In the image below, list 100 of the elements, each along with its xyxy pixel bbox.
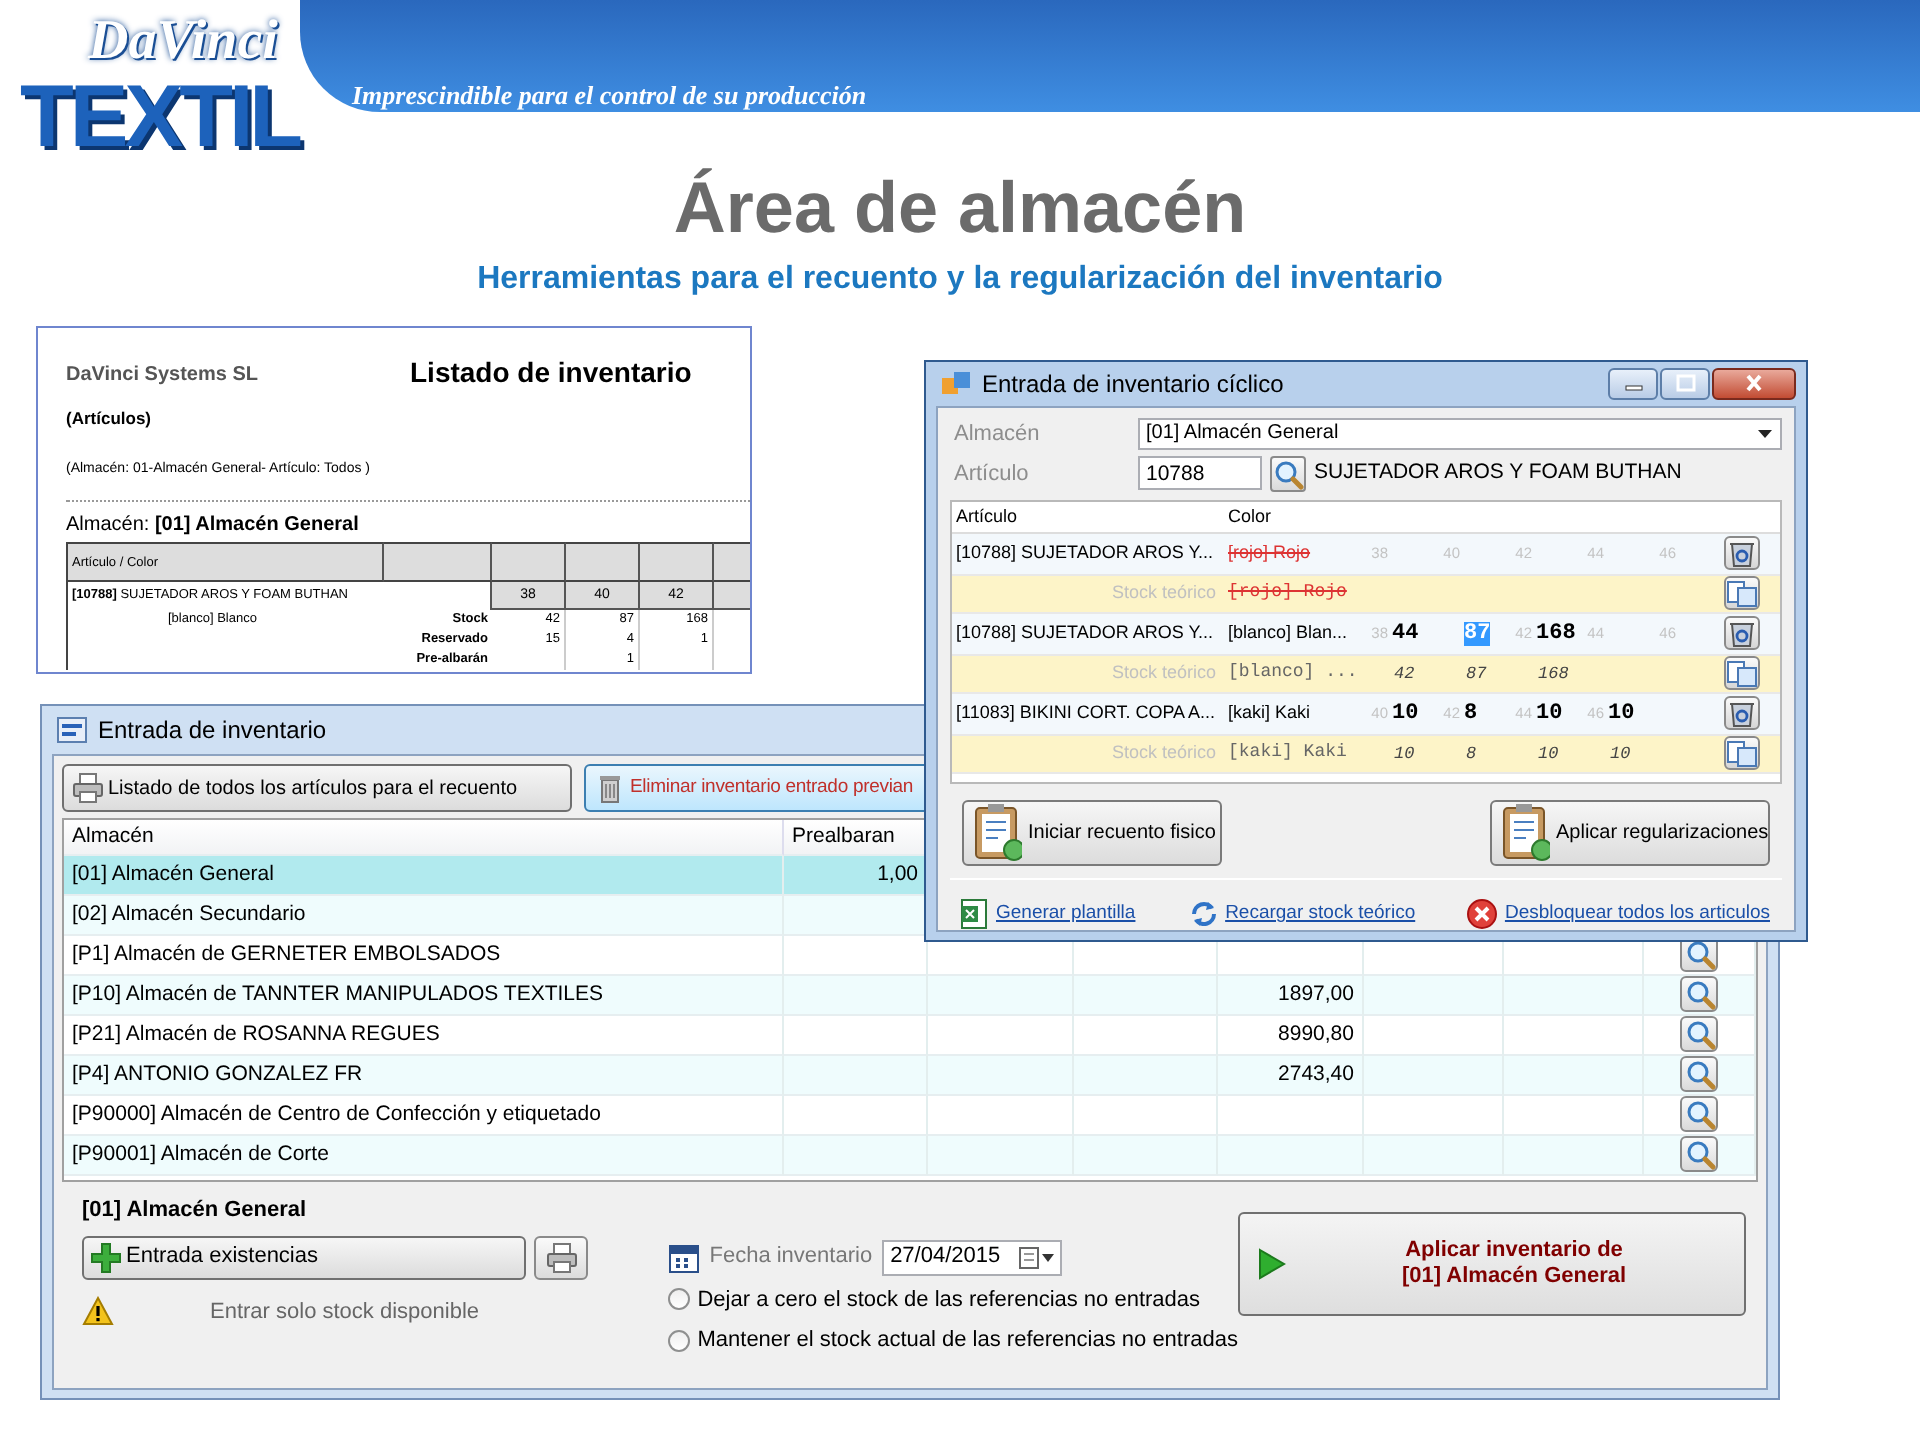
maximize-button[interactable] — [1660, 368, 1710, 400]
list-button[interactable]: Listado de todos los artículos para el recuento — [62, 764, 572, 812]
caret-icon — [1756, 425, 1774, 442]
close-icon — [1744, 374, 1764, 394]
quantity-cell[interactable]: 10 — [1392, 701, 1419, 726]
article-name: [11083] BIKINI CORT. COPA A... — [954, 700, 1218, 727]
date-field[interactable]: 27/04/2015 — [882, 1239, 1063, 1275]
table-row[interactable]: [P90001] Almacén de Corte — [64, 1136, 1756, 1176]
copy-icon — [1726, 657, 1758, 690]
apply-button[interactable]: Aplicar regularizaciones — [1490, 799, 1770, 866]
column-header: Color — [1228, 503, 1274, 530]
quantity-cell[interactable]: 10 — [1536, 701, 1563, 726]
table-row[interactable]: [P10] Almacén de TANNTER MANIPULADOS TEXTILES 1897,00 — [64, 976, 1756, 1016]
header-cell — [640, 542, 714, 583]
option-label: Mantener el stock actual de las referencias no entradas — [697, 1326, 1238, 1356]
clipboard-icon — [970, 802, 1022, 863]
stock-value: 87 — [1464, 663, 1489, 684]
company-name: DaVinci Systems SL — [66, 362, 260, 390]
bin-button[interactable] — [1724, 536, 1760, 571]
window-title: Entrada de inventario cíclico — [982, 368, 1284, 402]
bin-button[interactable] — [1724, 696, 1760, 731]
quantity-cell[interactable]: 44 — [1392, 621, 1419, 646]
article-name: [10788] SUJETADOR AROS Y... — [954, 540, 1216, 567]
warehouse-dropdown[interactable]: [01] Almacén General — [1138, 417, 1782, 450]
clipboard-icon — [1498, 802, 1550, 863]
link[interactable]: Recargar stock teórico — [1225, 899, 1416, 929]
search-icon — [1683, 1018, 1715, 1050]
copy-icon — [1726, 737, 1758, 770]
copy-icon — [1726, 577, 1758, 610]
calendar-icon — [667, 1241, 700, 1273]
link[interactable]: Generar plantilla — [996, 899, 1136, 929]
report-title: Listado de inventario — [410, 354, 692, 392]
error-icon — [1466, 897, 1499, 930]
table-row[interactable]: [P1] Almacén de GERNETER EMBOLSADOS — [64, 936, 1756, 976]
window-title: Entrada de inventario — [98, 714, 327, 748]
search-icon — [1272, 457, 1304, 490]
minimize-button[interactable] — [1608, 368, 1658, 400]
plus-icon — [90, 1241, 122, 1273]
tagline: Imprescindible para el control de su producción — [352, 78, 867, 114]
table-row[interactable]: [P90000] Almacén de Centro de Confección y etiquetado — [64, 1096, 1756, 1136]
app-icon — [56, 714, 88, 746]
search-button[interactable] — [1680, 1056, 1718, 1092]
copy-button[interactable] — [1724, 736, 1760, 771]
count-button[interactable]: Iniciar recuento fisico — [962, 799, 1222, 866]
quantity-cell[interactable]: 8 — [1464, 701, 1478, 726]
search-icon — [1683, 1138, 1715, 1170]
color-name: [kaki] Kaki — [1228, 700, 1313, 727]
field-label: Artículo — [952, 459, 1031, 490]
quantity-cell[interactable]: 168 — [1536, 621, 1576, 646]
calendar-dropdown-icon — [1018, 1245, 1055, 1269]
bin-button[interactable] — [1724, 616, 1760, 651]
logo-text: TEXTIL — [20, 72, 300, 164]
logo-text: DaVinci — [88, 12, 278, 72]
article-name: [10788] SUJETADOR AROS Y... — [954, 620, 1216, 647]
color-name: [rojo] Rojo — [1228, 580, 1349, 607]
row-label: Stock teórico — [1109, 660, 1218, 687]
color-name: [blanco] Blan... — [1228, 620, 1350, 647]
page-subtitle: Herramientas para el recuento y la regularización del inventario — [475, 260, 1445, 300]
copy-button[interactable] — [1724, 656, 1760, 691]
search-button[interactable] — [1680, 976, 1718, 1012]
table-row[interactable]: [P4] ANTONIO GONZALEZ FR 2743,40 — [64, 1056, 1756, 1096]
search-icon — [1683, 1098, 1715, 1130]
field-label: Almacén — [952, 419, 1042, 450]
warning-icon — [82, 1295, 114, 1328]
search-button[interactable] — [1680, 1016, 1718, 1052]
search-button[interactable] — [1680, 1136, 1718, 1172]
stock-value: 10 — [1392, 743, 1417, 764]
apply-button[interactable]: Aplicar inventario de [01] Almacén General — [1238, 1211, 1746, 1315]
search-icon — [1683, 938, 1715, 970]
warehouse-heading: Almacén: [01] Almacén General — [66, 512, 361, 541]
maximize-icon — [1675, 374, 1695, 394]
radio-button[interactable] — [667, 1288, 690, 1311]
header-cell — [384, 542, 492, 583]
printer-icon — [72, 772, 104, 804]
trash-icon — [594, 772, 626, 804]
stock-value: 168 — [1536, 663, 1571, 684]
search-button[interactable] — [1680, 1096, 1718, 1132]
search-button[interactable] — [1270, 455, 1306, 492]
table-cell: [P90001] Almacén de Corte — [64, 1136, 784, 1176]
article-name: SUJETADOR AROS Y FOAM BUTHAN — [1314, 457, 1682, 488]
close-button[interactable] — [1712, 368, 1796, 400]
stock-value: 42 — [1392, 663, 1417, 684]
row-label: Stock teórico — [1109, 580, 1218, 607]
quantity-cell[interactable]: 10 — [1608, 701, 1635, 726]
search-icon — [1683, 978, 1715, 1010]
refresh-icon — [1187, 897, 1220, 930]
page-title: Área de almacén — [671, 168, 1249, 248]
section-heading: [01] Almacén General — [82, 1196, 309, 1226]
report-subtitle: (Artículos) — [66, 406, 153, 432]
row-label: Stock teórico — [1109, 740, 1218, 767]
entry-button[interactable]: Entrada existencias — [82, 1235, 526, 1279]
radio-button[interactable] — [667, 1329, 690, 1352]
header-cell — [566, 542, 640, 583]
article-code-field[interactable]: 10788 — [1138, 456, 1262, 491]
copy-button[interactable] — [1724, 576, 1760, 611]
header-cell — [492, 542, 566, 583]
table-row[interactable]: [P21] Almacén de ROSANNA REGUES 8990,80 — [64, 1016, 1756, 1056]
option-label: Dejar a cero el stock de las referencias no entradas — [697, 1285, 1201, 1315]
column-header: Artículo — [954, 503, 1020, 530]
print-button[interactable] — [534, 1235, 588, 1279]
